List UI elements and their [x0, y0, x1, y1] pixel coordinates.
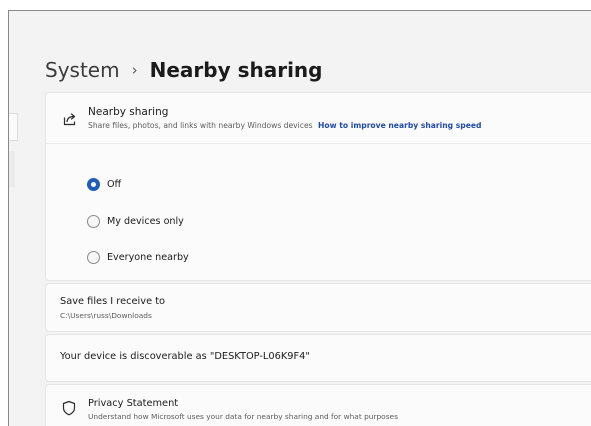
save-files-row[interactable]: Save files I receive to C:\Users\russ\Do…: [45, 283, 591, 332]
improve-speed-link[interactable]: How to improve nearby sharing speed: [318, 121, 481, 130]
radio-everyone-nearby[interactable]: [87, 250, 100, 264]
privacy-statement-row[interactable]: Privacy Statement Understand how Microso…: [45, 384, 591, 426]
privacy-title: Privacy Statement: [88, 398, 179, 409]
option-my-devices-only[interactable]: My devices only: [87, 211, 184, 231]
nearby-sharing-title: Nearby sharing: [88, 106, 169, 118]
option-everyone-nearby-label: Everyone nearby: [107, 251, 189, 263]
page-title: Nearby sharing: [149, 58, 323, 82]
option-off-label: Off: [107, 178, 122, 190]
option-my-devices-only-label: My devices only: [107, 215, 184, 227]
settings-window: System › Nearby sharing Nearby sharing S…: [8, 10, 591, 426]
shield-icon: [62, 400, 76, 416]
breadcrumb-separator: ›: [131, 61, 138, 79]
share-icon: [63, 113, 76, 126]
save-files-path: C:\Users\russ\Downloads: [60, 311, 152, 320]
sidebar-search-edge[interactable]: [9, 113, 18, 141]
sidebar-selected-edge[interactable]: [9, 151, 15, 187]
option-everyone-nearby[interactable]: Everyone nearby: [87, 247, 189, 267]
discoverable-text: Your device is discoverable as "DESKTOP-…: [60, 351, 310, 362]
nearby-sharing-options: Off My devices only Everyone nearby: [46, 143, 591, 280]
privacy-description: Understand how Microsoft uses your data …: [88, 412, 398, 421]
nearby-sharing-card: Nearby sharing Share files, photos, and …: [45, 92, 591, 281]
nearby-sharing-description: Share files, photos, and links with near…: [88, 121, 481, 130]
radio-my-devices-only[interactable]: [87, 214, 100, 228]
breadcrumb-system[interactable]: System: [45, 58, 120, 82]
option-off[interactable]: Off: [87, 174, 121, 194]
radio-off[interactable]: [87, 177, 100, 191]
save-files-title: Save files I receive to: [60, 296, 166, 307]
discoverable-row: Your device is discoverable as "DESKTOP-…: [45, 334, 591, 382]
nearby-sharing-description-text: Share files, photos, and links with near…: [88, 121, 313, 130]
breadcrumb: System › Nearby sharing: [45, 53, 322, 87]
nearby-sharing-header[interactable]: Nearby sharing Share files, photos, and …: [46, 93, 591, 143]
